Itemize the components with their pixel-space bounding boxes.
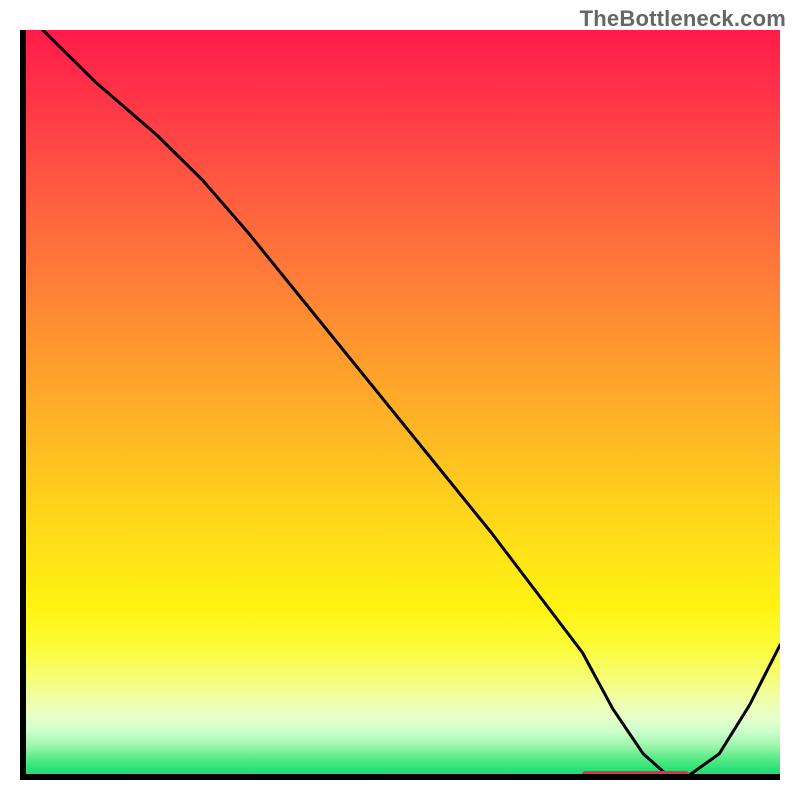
plot-area	[20, 30, 780, 780]
curve-layer	[20, 30, 780, 780]
x-axis-line	[20, 774, 780, 780]
watermark-text: TheBottleneck.com	[580, 6, 786, 32]
plot-outer	[20, 30, 780, 780]
bottleneck-curve-path	[43, 30, 780, 776]
chart-container: TheBottleneck.com	[0, 0, 800, 800]
y-axis-line	[20, 30, 26, 780]
